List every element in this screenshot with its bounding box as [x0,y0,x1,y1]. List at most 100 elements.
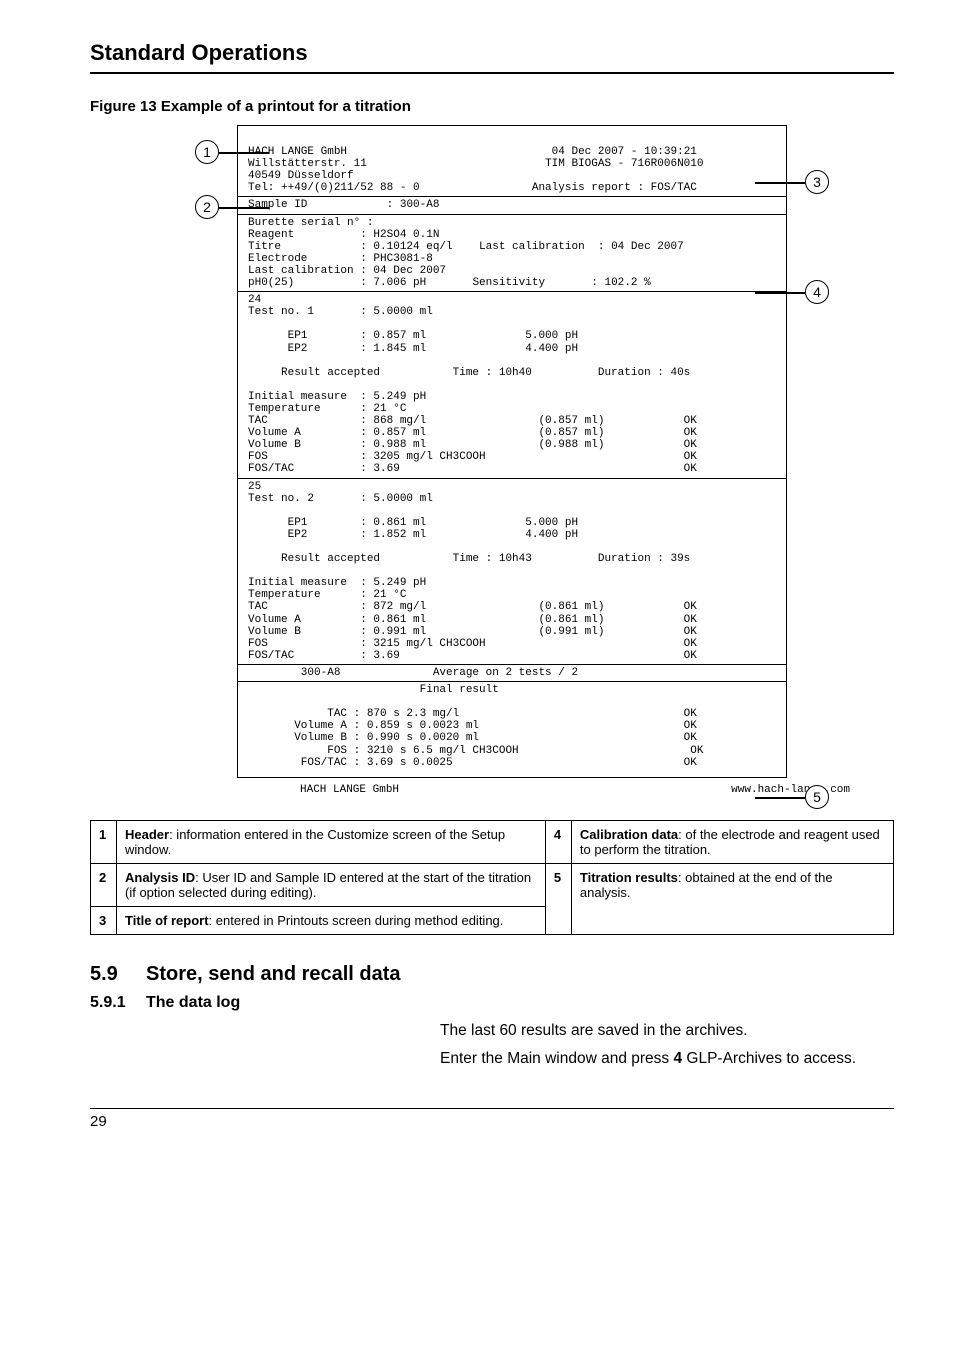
body-1: The last 60 results are saved in the arc… [440,1022,894,1040]
t2-result: Result accepted Time : 10h43 Duration : … [248,553,690,565]
t2-ep1: EP1 : 0.861 ml 5.000 pH [248,517,578,529]
hr6 [238,681,786,682]
avg: 300-A8 Average on 2 tests / 2 [248,667,578,679]
printout-footer: HACH LANGE GmbH www.hach-lange.com [300,784,850,796]
legend-row-1: 1 Header: information entered in the Cus… [91,820,894,863]
fr-fostac: FOS/TAC : 3.69 s 0.0025 OK [248,757,697,769]
section-5-9: 5.9Store, send and recall data [90,963,894,986]
hr3 [238,291,786,292]
legend-4-num: 4 [545,820,571,863]
hdr-r2: TIM BIOGAS - 716R006N010 [545,158,703,170]
lastcal: Last calibration : 04 Dec 2007 [248,265,446,277]
printout-body: HACH LANGE GmbH 04 Dec 2007 - 10:39:21 W… [237,125,787,778]
page-number: 29 [90,1113,107,1130]
t2-testno: Test no. 2 : 5.0000 ml [248,493,433,505]
t2-ep2: EP2 : 1.852 ml 4.400 pH [248,529,578,541]
ph025-r: Sensitivity : 102.2 % [472,277,650,289]
t2-va: Volume A : 0.861 ml (0.861 ml) OK [248,614,697,626]
printout-wrapper: 1 2 3 4 5 HACH LANGE GmbH 04 Dec 2007 - … [90,125,894,778]
legend-5-bold: Titration results [580,870,678,885]
hdr-l2: Willstätterstr. 11 [248,158,367,170]
electrode: Electrode : PHC3081-8 [248,253,433,265]
figure-caption: Figure 13 Example of a printout for a ti… [90,98,894,115]
titre-r: Last calibration : 04 Dec 2007 [479,241,684,253]
fr-fos: FOS : 3210 s 6.5 mg/l CH3COOH OK [248,745,703,757]
t2-fostac: FOS/TAC : 3.69 OK [248,650,697,662]
legend-1-bold: Header [125,827,169,842]
callout-5: 5 [805,785,829,809]
section-5-9-1-num: 5.9.1 [90,994,146,1012]
legend-1-rest: : information entered in the Customize s… [125,827,505,857]
reagent: Reagent : H2SO4 0.1N [248,229,439,241]
body-2b: 4 [673,1050,682,1067]
hr1 [238,196,786,197]
legend-2-bold: Analysis ID [125,870,195,885]
t2-vb: Volume B : 0.991 ml (0.991 ml) OK [248,626,697,638]
burette: Burette serial n° : [248,217,373,229]
hr2 [238,214,786,215]
title-rule [90,72,894,74]
footer-right: www.hach-lange.com [731,784,850,796]
t2-tac: TAC : 872 mg/l (0.861 ml) OK [248,601,697,613]
legend-4-text: Calibration data: of the electrode and r… [571,820,893,863]
footer-left: HACH LANGE GmbH [300,784,399,796]
callout-4: 4 [805,280,829,304]
section-5-9-title: Store, send and recall data [146,963,401,985]
t1-result: Result accepted Time : 10h40 Duration : … [248,367,690,379]
hdr-l3: 40549 Düsseldorf [248,170,354,182]
t1-vb: Volume B : 0.988 ml (0.988 ml) OK [248,439,697,451]
legend-1-text: Header: information entered in the Custo… [117,820,546,863]
t1-ep2: EP2 : 1.845 ml 4.400 pH [248,343,578,355]
callout-3: 3 [805,170,829,194]
legend-1-num: 1 [91,820,117,863]
t2-fos: FOS : 3215 mg/l CH3COOH OK [248,638,697,650]
fr-tac: TAC : 870 s 2.3 mg/l OK [248,708,697,720]
t1-fos: FOS : 3205 mg/l CH3COOH OK [248,451,697,463]
t1-init: Initial measure : 5.249 pH [248,391,426,403]
body-2: Enter the Main window and press 4 GLP-Ar… [440,1050,894,1068]
bottom-rule [90,1108,894,1109]
sid-v: : 300-A8 [387,199,440,211]
t2-init: Initial measure : 5.249 pH [248,577,426,589]
page-title: Standard Operations [90,40,894,66]
legend-row-2: 2 Analysis ID: User ID and Sample ID ent… [91,863,894,906]
t1-va: Volume A : 0.857 ml (0.857 ml) OK [248,427,697,439]
fr-va: Volume A : 0.859 s 0.0023 ml OK [248,720,697,732]
body-2c: GLP-Archives to access. [682,1050,856,1067]
hr4 [238,478,786,479]
t1-24: 24 [248,294,261,306]
t2-temp: Temperature : 21 °C [248,589,406,601]
section-5-9-1-title: The data log [146,994,240,1011]
legend-4-bold: Calibration data [580,827,678,842]
hr5 [238,664,786,665]
t1-fostac: FOS/TAC : 3.69 OK [248,463,697,475]
legend-3-num: 3 [91,906,117,934]
hdr-r4: Analysis report : FOS/TAC [532,182,697,194]
body-2a: Enter the Main window and press [440,1050,673,1067]
section-5-9-num: 5.9 [90,963,146,986]
hdr-l1: HACH LANGE GmbH [248,146,347,158]
legend-3-text: Title of report: entered in Printouts sc… [117,906,546,934]
legend-2-num: 2 [91,863,117,906]
t1-tac: TAC : 868 mg/l (0.857 ml) OK [248,415,697,427]
legend-5-text: Titration results: obtained at the end o… [571,863,893,934]
fr-vb: Volume B : 0.990 s 0.0020 ml OK [248,732,697,744]
t2-25: 25 [248,481,261,493]
t1-temp: Temperature : 21 °C [248,403,406,415]
hdr-l4: Tel: ++49/(0)211/52 88 - 0 [248,182,420,194]
callout-1: 1 [195,140,219,164]
t1-testno: Test no. 1 : 5.0000 ml [248,306,433,318]
final-hdr: Final result [248,684,499,696]
hdr-r1: 04 Dec 2007 - 10:39:21 [552,146,697,158]
callout-2: 2 [195,195,219,219]
legend-5-num: 5 [545,863,571,934]
legend-table: 1 Header: information entered in the Cus… [90,820,894,935]
ph025: pH0(25) : 7.006 pH [248,277,426,289]
legend-3-rest: : entered in Printouts screen during met… [209,913,504,928]
titre: Titre : 0.10124 eq/l [248,241,453,253]
sid-l: Sample ID [248,199,307,211]
legend-2-text: Analysis ID: User ID and Sample ID enter… [117,863,546,906]
t1-ep1: EP1 : 0.857 ml 5.000 pH [248,330,578,342]
page-footer: 29 [90,1108,894,1131]
legend-3-bold: Title of report [125,913,209,928]
